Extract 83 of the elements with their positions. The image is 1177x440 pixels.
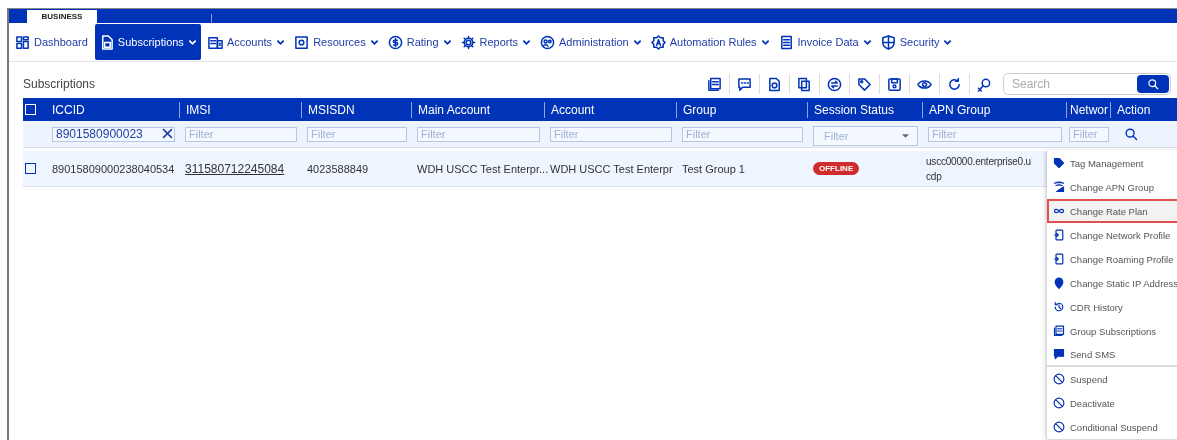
documents-icon <box>707 76 722 92</box>
ban-icon <box>1053 373 1065 385</box>
menu-item[interactable]: Send SMS <box>1047 343 1177 367</box>
signal-icon <box>1053 181 1065 193</box>
nav-tab[interactable]: Security <box>878 24 955 60</box>
search-button[interactable] <box>1137 75 1169 93</box>
gear-icon <box>460 34 476 50</box>
filter-field[interactable]: Filter <box>682 126 803 142</box>
copy-icon <box>797 76 812 92</box>
ban-icon <box>1053 421 1065 433</box>
phone-icon <box>1053 229 1065 241</box>
filter-field[interactable]: Filter <box>550 126 672 142</box>
row-checkbox[interactable] <box>25 163 36 174</box>
nav-tab[interactable]: Rating <box>385 24 454 60</box>
phone-icon <box>1053 253 1065 265</box>
link[interactable]: 311580712245084 <box>179 161 301 176</box>
chat-icon <box>737 76 752 92</box>
table-cell-text: 89015809000238040534 <box>51 162 176 175</box>
column-header[interactable]: ICCID <box>46 101 179 118</box>
panel-title: Subscriptions <box>23 77 97 91</box>
caret-icon <box>902 133 909 138</box>
menu-item[interactable]: Change Static IP Address <box>1047 271 1177 295</box>
column-header[interactable]: Networ <box>1066 101 1110 118</box>
select-all-checkbox[interactable] <box>25 104 36 115</box>
menu-item[interactable]: Change Network Profile <box>1047 223 1177 247</box>
history-icon <box>1053 301 1065 313</box>
menu-item[interactable]: Tag Management <box>1047 151 1177 175</box>
filter-field[interactable]: Filter <box>185 126 297 142</box>
swap-icon <box>827 76 842 92</box>
tag-icon <box>857 76 872 92</box>
tag-icon <box>1053 157 1065 169</box>
table-cell-text: uscc00000.enterprise0.u cdp <box>925 154 1032 184</box>
nav-tab[interactable]: Accounts <box>205 24 288 60</box>
filter-field[interactable]: Filter <box>1069 126 1109 142</box>
column-header[interactable]: Action <box>1110 101 1177 118</box>
table-cell-text: 4023588849 <box>306 162 370 175</box>
menu-item[interactable]: Deactivate <box>1047 391 1177 415</box>
grid-icon <box>15 34 30 50</box>
column-header[interactable]: IMSI <box>179 101 301 118</box>
filter-field[interactable]: Filter <box>307 126 407 142</box>
close-icon <box>162 127 173 139</box>
chat-icon <box>1053 348 1065 360</box>
nav-tab[interactable]: Administration <box>538 24 644 60</box>
save-icon <box>887 76 902 92</box>
pin-icon <box>1053 277 1065 289</box>
column-header[interactable]: APN Group <box>922 101 1066 118</box>
menu-item[interactable]: Change Roaming Profile <box>1047 247 1177 271</box>
nav-tab[interactable]: Resources <box>292 24 381 60</box>
badge-icon <box>650 34 666 50</box>
filter-field[interactable]: Filter <box>928 126 1062 142</box>
nav-tab[interactable]: Automation Rules <box>648 24 772 60</box>
list-icon <box>778 34 794 50</box>
nav-tab[interactable]: Reports <box>458 24 534 60</box>
search-icon <box>1124 127 1138 141</box>
column-header[interactable]: Account <box>544 101 676 118</box>
logo: BUSINESS <box>27 10 97 23</box>
nav-tab[interactable]: Dashboard <box>13 24 90 60</box>
menu-item[interactable]: Change Rate Plan <box>1047 199 1177 223</box>
menu-item[interactable]: CDR History <box>1047 295 1177 319</box>
search-button[interactable] <box>1124 127 1138 141</box>
ban-icon <box>1053 397 1065 409</box>
building-icon <box>207 34 223 50</box>
column-header[interactable]: Main Account <box>411 101 544 118</box>
column-header[interactable]: Group <box>676 101 807 118</box>
menu-item[interactable]: Change APN Group <box>1047 175 1177 199</box>
menu-item[interactable]: Group Subscriptions <box>1047 319 1177 343</box>
filter-field[interactable]: 8901580900023 <box>52 126 175 142</box>
column-header[interactable]: Session Status <box>807 101 922 118</box>
search-icon <box>1147 78 1159 90</box>
nav-tab[interactable]: Invoice Data <box>776 24 874 60</box>
page-icon <box>767 76 782 92</box>
shield-icon <box>880 34 896 50</box>
filter-field[interactable]: Filter <box>417 126 540 142</box>
refresh-icon <box>947 76 962 92</box>
status-badge: OFFLINE <box>813 162 860 175</box>
menu-item[interactable]: Conditional Suspend <box>1047 415 1177 439</box>
dollar-icon <box>387 34 403 50</box>
nav-tab[interactable]: Subscriptions <box>94 24 201 60</box>
clear-button[interactable] <box>162 127 173 139</box>
menu-item[interactable]: Suspend <box>1047 367 1177 391</box>
column-header[interactable]: MSISDN <box>301 101 411 118</box>
table-cell-text: Test Group 1 <box>681 162 746 175</box>
documents-icon <box>1053 325 1065 337</box>
